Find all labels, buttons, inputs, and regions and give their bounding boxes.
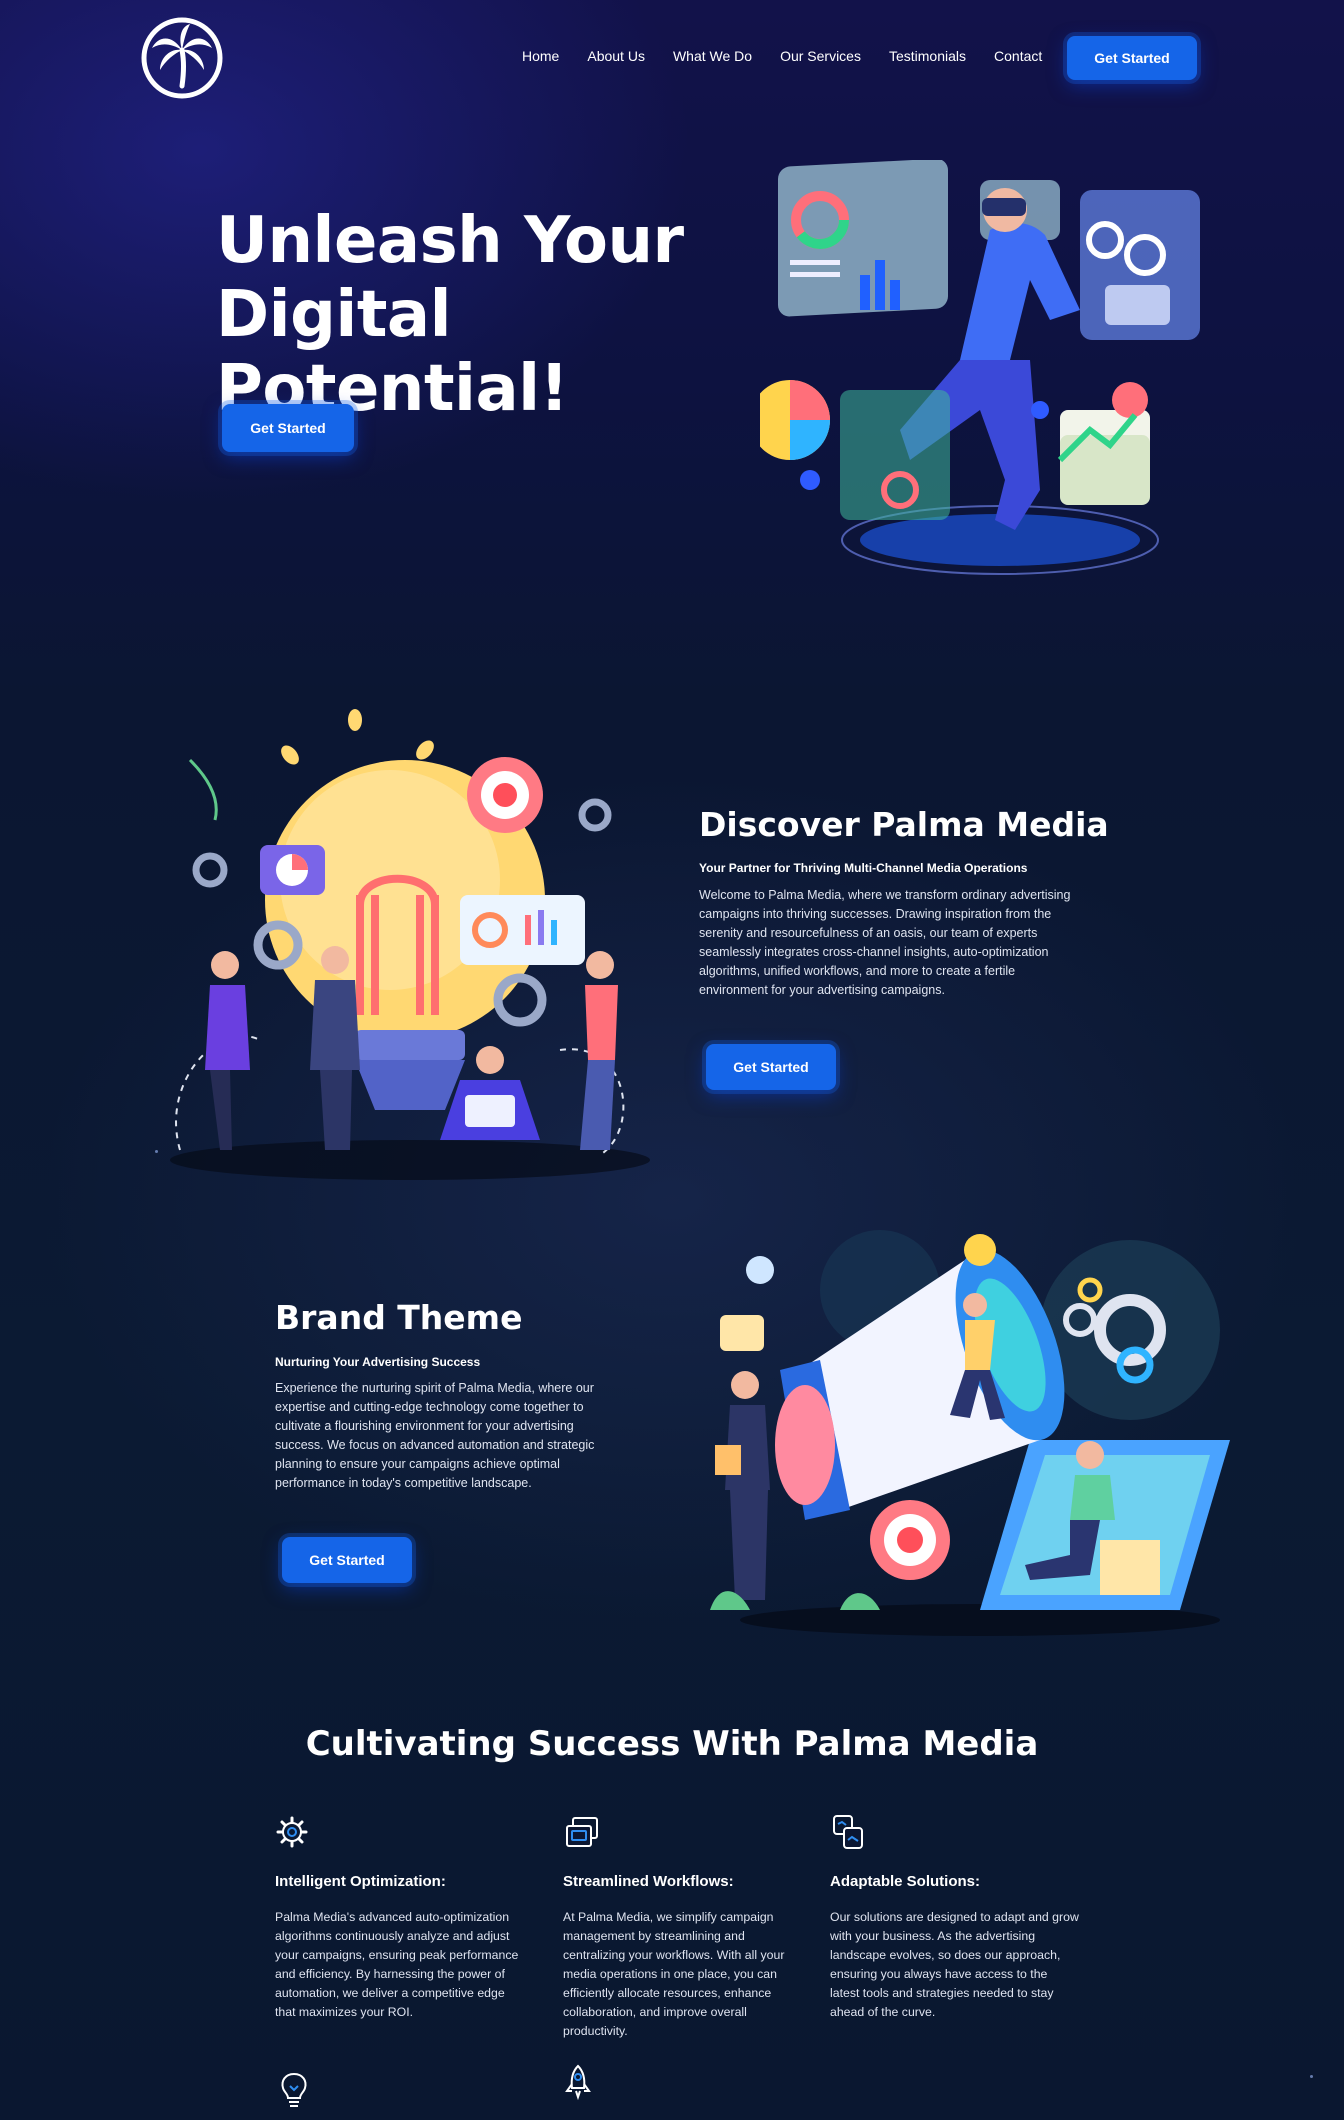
palm-logo[interactable] xyxy=(140,16,224,100)
cultivating-title: Cultivating Success With Palma Media xyxy=(305,1724,1039,1764)
brand-title: Brand Theme xyxy=(275,1298,523,1337)
star-decoration xyxy=(1310,2075,1313,2078)
idea-lightbulb-team-illustration xyxy=(170,709,650,1180)
hero-get-started-button[interactable]: Get Started xyxy=(222,404,354,452)
brand-get-started-button[interactable]: Get Started xyxy=(282,1537,412,1583)
adapt-icon xyxy=(833,1815,863,1849)
hero-title-line1: Unleash Your xyxy=(216,204,684,278)
discover-body: Welcome to Palma Media, where we transfo… xyxy=(699,888,1071,997)
feature-streamlined-workflows: Streamlined Workflows: At Palma Media, w… xyxy=(563,1812,793,2041)
feature-body: Our solutions are designed to adapt and … xyxy=(830,1910,1079,2019)
main-nav: Home About Us What We Do Our Services Te… xyxy=(522,48,1070,64)
nav-what-we-do[interactable]: What We Do xyxy=(673,48,752,64)
brand-body: Experience the nurturing spirit of Palma… xyxy=(275,1381,595,1490)
feature-adaptable-solutions: Adaptable Solutions: Our solutions are d… xyxy=(830,1812,1080,2022)
nav-get-started-button[interactable]: Get Started xyxy=(1067,36,1197,80)
feature-title: Adaptable Solutions: xyxy=(830,1873,980,1890)
vr-analyst-illustration xyxy=(760,160,1200,575)
brand-subtitle: Nurturing Your Advertising Success xyxy=(275,1355,481,1369)
nav-home[interactable]: Home xyxy=(522,48,559,64)
nav-contact[interactable]: Contact xyxy=(994,48,1042,64)
hero-title: Unleash Your Digital Potential! xyxy=(216,204,776,426)
nav-testimonials[interactable]: Testimonials xyxy=(889,48,966,64)
discover-get-started-button[interactable]: Get Started xyxy=(706,1044,836,1090)
feature-title: Intelligent Optimization: xyxy=(275,1873,446,1890)
workflow-icon xyxy=(566,1817,598,1847)
feature-intelligent-optimization: Intelligent Optimization: Palma Media's … xyxy=(275,1812,520,2022)
rocket-icon xyxy=(565,2064,591,2100)
feature-body: Palma Media's advanced auto-optimization… xyxy=(275,1910,519,2019)
star-decoration xyxy=(155,1150,158,1153)
discover-subtitle: Your Partner for Thriving Multi-Channel … xyxy=(699,861,1028,875)
feature-body: At Palma Media, we simplify campaign man… xyxy=(563,1910,785,2038)
discover-title: Discover Palma Media xyxy=(699,805,1109,844)
feature-title: Streamlined Workflows: xyxy=(563,1873,734,1890)
lightbulb-icon xyxy=(281,2072,307,2107)
megaphone-marketing-illustration xyxy=(710,1230,1230,1636)
nav-about-us[interactable]: About Us xyxy=(587,48,645,64)
nav-our-services[interactable]: Our Services xyxy=(780,48,861,64)
gear-icon xyxy=(276,1816,308,1848)
